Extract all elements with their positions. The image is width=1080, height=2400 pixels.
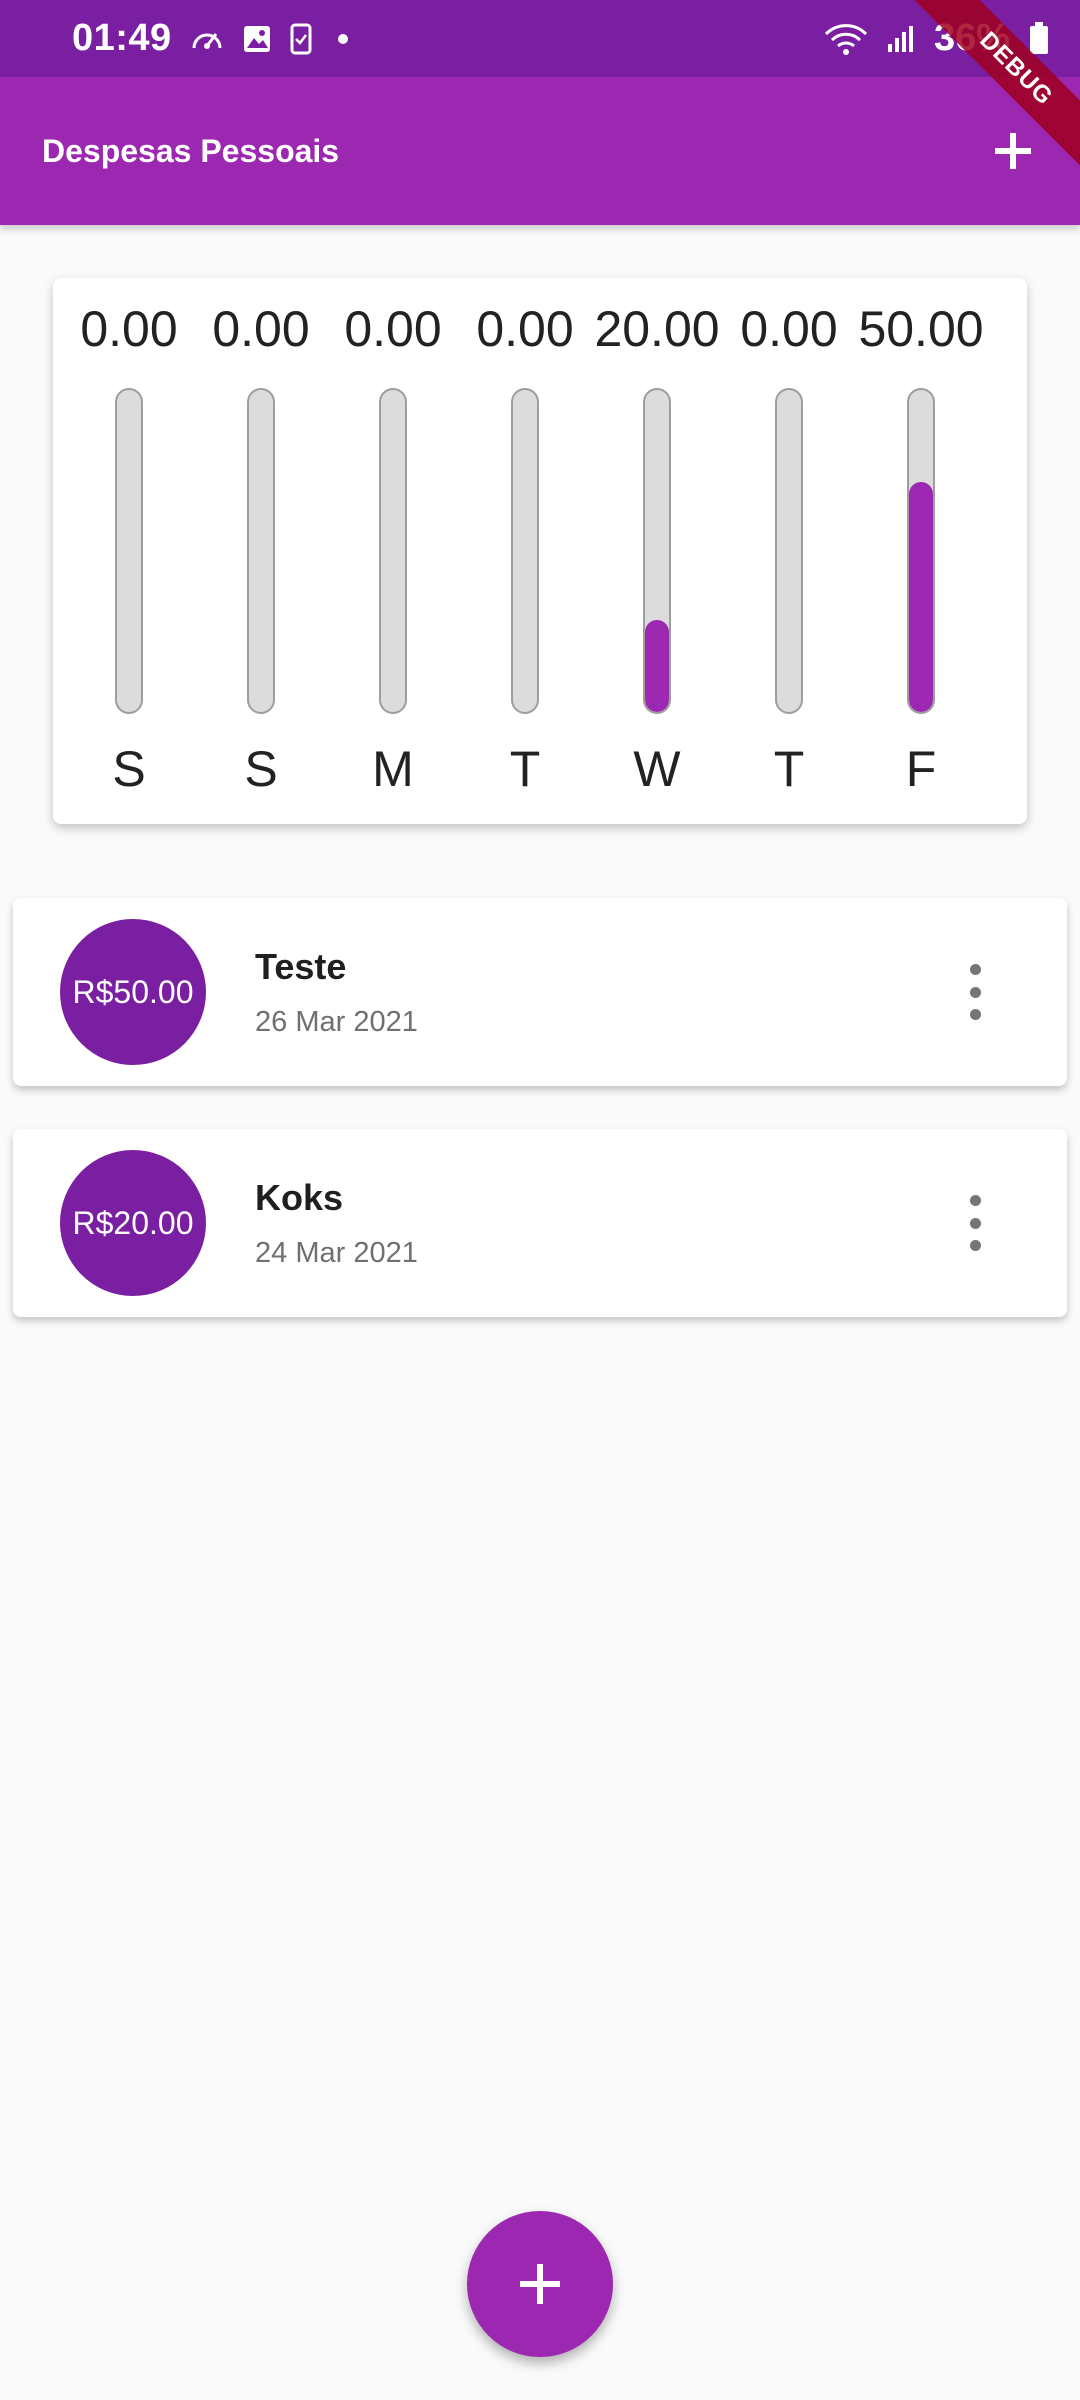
app-bar: Despesas Pessoais [0,77,1080,225]
chart-bar-fill [909,482,933,712]
more-vert-icon[interactable] [965,1195,985,1251]
transaction-amount-avatar: R$50.00 [60,919,206,1065]
phone-check-icon [290,23,312,55]
chart-bar-column: 0.00 S [195,278,327,824]
chart-bar-column: 20.00 W [591,278,723,824]
transaction-amount-avatar: R$20.00 [60,1150,206,1296]
chart-bar-track [511,388,539,714]
chart-day-label: S [112,741,146,797]
page-title: Despesas Pessoais [42,132,340,169]
chart-bar-track [379,388,407,714]
chart-bar-column: 50.00 F [855,278,987,824]
chart-day-label: T [509,741,541,797]
chart-day-label: W [633,741,681,797]
battery-icon [1028,21,1050,56]
chart-value-label: 0.00 [80,301,178,357]
status-bar: 01:49 36% [0,0,1080,77]
menu-dot [969,1009,981,1020]
add-transaction-fab[interactable] [467,2211,613,2357]
chart-bar-track [247,388,275,714]
chart-bar-track [907,388,935,714]
chart-bar-column: 0.00 T [459,278,591,824]
chart-bar-fill [645,620,669,712]
menu-dot [969,986,981,998]
plus-icon [520,2264,560,2304]
notification-dot-icon [337,33,348,44]
wifi-icon [824,22,868,56]
chart-value-label: 0.00 [344,301,442,357]
chart-bar-track [643,388,671,714]
menu-dot [969,964,981,975]
chart-bar-track [115,388,143,714]
transaction-item[interactable]: R$50.00 Teste 26 Mar 2021 [13,898,1067,1086]
chart-bar-column: 0.00 S [63,278,195,824]
chart-value-label: 0.00 [740,301,838,357]
image-icon [242,24,272,54]
chart-value-label: 0.00 [212,301,310,357]
chart-value-label: 50.00 [858,301,984,357]
chart-bar-column: 0.00 T [723,278,855,824]
menu-dot [969,1217,981,1229]
transaction-title: Koks [255,1177,344,1218]
menu-dot [969,1195,981,1206]
transaction-date: 26 Mar 2021 [255,1006,418,1038]
chart-day-label: S [244,741,278,797]
plus-icon [995,133,1031,169]
chart-value-label: 20.00 [594,301,720,357]
transaction-date: 24 Mar 2021 [255,1237,418,1269]
chart-day-label: M [372,741,414,797]
chart-bar-column: 0.00 M [327,278,459,824]
status-time: 01:49 [72,17,172,59]
more-vert-icon[interactable] [965,964,985,1020]
screen: 01:49 36% DEBUG [0,0,1080,2400]
add-expense-button[interactable] [978,116,1048,186]
chart-day-label: F [905,741,937,797]
menu-dot [969,1240,981,1251]
chart-day-label: T [773,741,805,797]
signal-icon [886,24,916,54]
status-left: 01:49 [72,17,348,60]
chart-value-label: 0.00 [476,301,574,357]
transaction-item[interactable]: R$20.00 Koks 24 Mar 2021 [13,1129,1067,1317]
weekly-chart-card: 0.00 S 0.00 S 0.00 M 0.00 T 20.00 W 0.00 T 50.00 F [53,278,1027,824]
transaction-title: Teste [255,946,347,987]
speedometer-icon [190,24,224,54]
chart-bar-track [775,388,803,714]
